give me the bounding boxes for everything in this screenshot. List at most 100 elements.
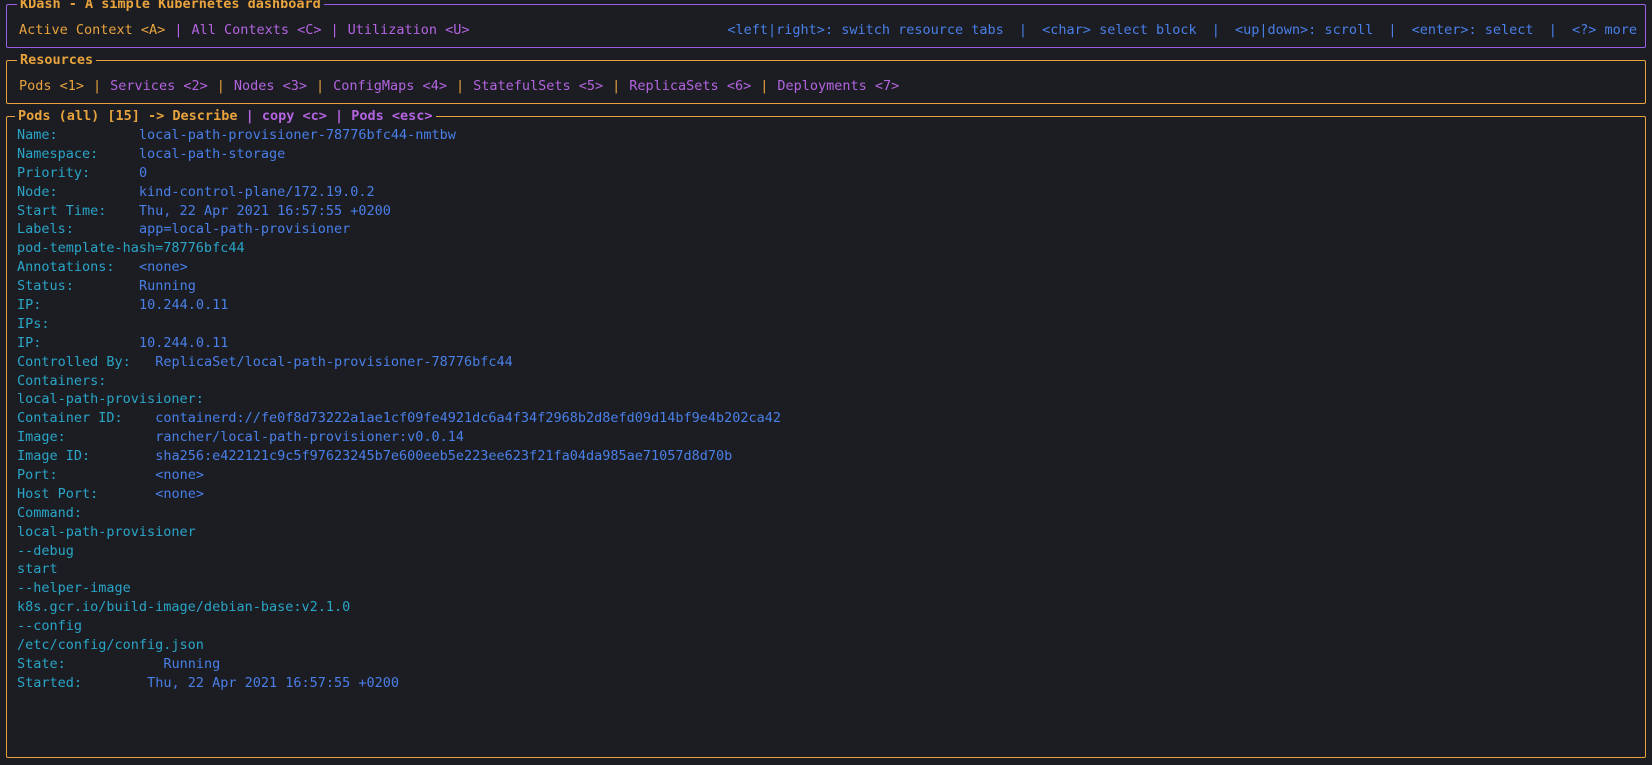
describe-line-gap xyxy=(98,486,155,502)
hint-more: <?> more xyxy=(1571,22,1637,38)
describe-body[interactable]: Name: local-path-provisioner-78776bfc44-… xyxy=(17,126,1639,753)
describe-line: Image: rancher/local-path-provisioner:v0… xyxy=(17,428,1639,447)
describe-title-resource: Pods (all) [15] -> Describe xyxy=(18,108,238,124)
describe-line-key: Containers: xyxy=(17,372,107,389)
describe-line-key: Node: xyxy=(17,183,58,200)
describe-line-key: start xyxy=(17,561,58,578)
describe-line: Containers: xyxy=(17,372,1639,391)
tab-all-contexts[interactable]: All Contexts <C> xyxy=(191,21,321,40)
resource-tab-separator: | xyxy=(216,78,225,94)
describe-line-value: containerd://fe0f8d73222a1ae1cf09fe4921d… xyxy=(155,410,782,427)
describe-line-gap xyxy=(106,203,139,219)
describe-line: Annotations: <none> xyxy=(17,258,1639,277)
resource-tab-nodes[interactable]: Nodes <3> xyxy=(234,77,307,96)
describe-line-gap xyxy=(98,146,139,162)
hint-select-block: <char> select block xyxy=(1042,22,1197,38)
terminal-screen: KDash - A simple Kubernetes dashboard Ac… xyxy=(0,0,1652,765)
describe-line: pod-template-hash=78776bfc44 xyxy=(17,239,1639,258)
describe-line-value: local-path-storage xyxy=(138,145,286,162)
describe-line-key: IP: xyxy=(17,334,42,351)
describe-line-key: --config xyxy=(17,618,83,635)
describe-line-key: Image: xyxy=(17,429,66,446)
describe-line-value: <none> xyxy=(155,467,204,484)
hint-scroll: <up|down>: scroll xyxy=(1235,22,1374,38)
describe-line: --debug xyxy=(17,542,1639,561)
describe-line: k8s.gcr.io/build-image/debian-base:v2.1.… xyxy=(17,598,1639,617)
resource-tab-services[interactable]: Services <2> xyxy=(110,77,208,96)
describe-line-key: local-path-provisioner: xyxy=(17,391,204,408)
describe-title: Pods (all) [15] -> Describe | copy <c> |… xyxy=(15,107,436,126)
describe-line: State: Running xyxy=(17,655,1639,674)
describe-line: Port: <none> xyxy=(17,466,1639,485)
resource-tab-deployments[interactable]: Deployments <7> xyxy=(777,77,899,96)
describe-line: Start Time: Thu, 22 Apr 2021 16:57:55 +0… xyxy=(17,202,1639,221)
describe-line-key: Labels: xyxy=(17,221,74,238)
describe-line: start xyxy=(17,560,1639,579)
describe-line-gap xyxy=(90,448,155,464)
resource-tab-pods[interactable]: Pods <1> xyxy=(19,77,84,96)
resource-tab-statefulsets[interactable]: StatefulSets <5> xyxy=(473,77,603,96)
describe-line-gap xyxy=(74,278,139,294)
describe-line-key: --helper-image xyxy=(17,580,131,597)
describe-line-gap xyxy=(66,656,164,672)
describe-line: Priority: 0 xyxy=(17,164,1639,183)
describe-line: Namespace: local-path-storage xyxy=(17,145,1639,164)
describe-title-sep: | xyxy=(237,108,262,124)
hint-separator: | xyxy=(1548,22,1557,38)
describe-line: --helper-image xyxy=(17,579,1639,598)
tab-active-context[interactable]: Active Context <A> xyxy=(19,21,165,40)
describe-panel: Pods (all) [15] -> Describe | copy <c> |… xyxy=(6,107,1646,758)
describe-line-value: sha256:e422121c9c5f97623245b7e600eeb5e22… xyxy=(155,448,733,465)
describe-title-sep: | xyxy=(326,108,352,124)
hint-separator: | xyxy=(1388,22,1397,38)
hint-separator: | xyxy=(1018,22,1028,38)
describe-line-value: app=local-path-provisioner xyxy=(138,221,351,238)
describe-line: Status: Running xyxy=(17,277,1639,296)
describe-line: IPs: xyxy=(17,315,1639,334)
describe-line: Started: Thu, 22 Apr 2021 16:57:55 +0200 xyxy=(17,674,1639,693)
describe-back-hint[interactable]: Pods <esc> xyxy=(351,108,432,124)
describe-line: local-path-provisioner: xyxy=(17,390,1639,409)
describe-line-key: Started: xyxy=(17,674,83,691)
describe-line-value: Thu, 22 Apr 2021 16:57:55 +0200 xyxy=(138,202,391,219)
describe-line-value: kind-control-plane/172.19.0.2 xyxy=(138,183,375,200)
resource-tab-replicasets[interactable]: ReplicaSets <6> xyxy=(629,77,751,96)
describe-line-value: Thu, 22 Apr 2021 16:57:55 +0200 xyxy=(147,674,400,691)
tab-utilization[interactable]: Utilization <U> xyxy=(348,21,470,40)
describe-line: IP: 10.244.0.11 xyxy=(17,296,1639,315)
describe-line: Command: xyxy=(17,504,1639,523)
describe-line-key: Namespace: xyxy=(17,145,99,162)
describe-line-gap xyxy=(58,184,139,200)
keybinding-hints: <left|right>: switch resource tabs | <ch… xyxy=(727,21,1637,40)
describe-line-key: Container ID: xyxy=(17,410,123,427)
describe-line-key: /etc/config/config.json xyxy=(17,637,204,654)
describe-line-key: Controlled By: xyxy=(17,353,131,370)
describe-line: /etc/config/config.json xyxy=(17,636,1639,655)
describe-line-key: Host Port: xyxy=(17,485,99,502)
describe-line: Labels: app=local-path-provisioner xyxy=(17,220,1639,239)
describe-line-gap xyxy=(115,259,139,275)
describe-line-value: 0 xyxy=(138,164,148,181)
describe-line-key: Annotations: xyxy=(17,259,115,276)
describe-line-key: --debug xyxy=(17,542,74,559)
tab-separator: | xyxy=(174,22,183,38)
describe-line-gap xyxy=(58,127,139,143)
describe-line-value: 10.244.0.11 xyxy=(138,334,229,351)
describe-line-value: Running xyxy=(138,278,196,295)
describe-line-gap xyxy=(123,410,156,426)
describe-line: Node: kind-control-plane/172.19.0.2 xyxy=(17,183,1639,202)
resource-tab-separator: | xyxy=(455,78,465,94)
describe-line-key: State: xyxy=(17,655,66,672)
describe-line: Name: local-path-provisioner-78776bfc44-… xyxy=(17,126,1639,145)
describe-line: Controlled By: ReplicaSet/local-path-pro… xyxy=(17,353,1639,372)
describe-line-key: Start Time: xyxy=(17,202,107,219)
describe-copy-hint[interactable]: copy <c> xyxy=(262,108,327,124)
describe-line-key: Port: xyxy=(17,467,58,484)
describe-line-gap xyxy=(74,221,139,237)
resource-tab-configmaps[interactable]: ConfigMaps <4> xyxy=(333,77,447,96)
resource-tab-separator: | xyxy=(316,78,325,94)
describe-line-key: IPs: xyxy=(17,315,50,332)
resources-label: Resources xyxy=(17,51,97,70)
header-tabbar: Active Context <A> | All Contexts <C> | … xyxy=(19,21,1637,40)
tab-separator: | xyxy=(330,22,339,38)
